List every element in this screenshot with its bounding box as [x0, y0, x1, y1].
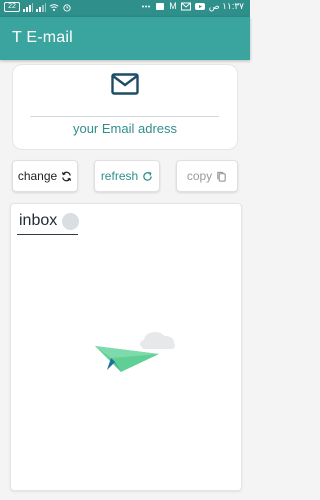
youtube-icon	[194, 3, 205, 10]
copy-icon	[217, 171, 226, 182]
battery-icon: 22	[4, 2, 20, 12]
wifi-icon	[49, 3, 59, 11]
signal-icon	[36, 2, 46, 12]
email-address[interactable]: your Email adress	[13, 121, 237, 136]
email-card[interactable]: your Email adress	[12, 64, 238, 150]
cloud-icon	[140, 332, 175, 349]
status-bar-right: M ١١:٣٧ ص	[141, 2, 244, 11]
signal-icon	[23, 2, 33, 12]
alarm-icon	[63, 3, 71, 12]
indicator-text: M	[169, 1, 177, 11]
refresh-button[interactable]: refresh	[94, 160, 160, 192]
app-title: T E-mail	[12, 29, 73, 46]
refresh-icon	[143, 171, 152, 181]
inbox-count-badge	[62, 213, 79, 230]
gmail-icon	[180, 2, 191, 11]
clock-text: ١١:٣٧ ص	[208, 1, 244, 11]
change-button[interactable]: change	[12, 160, 78, 192]
envelope-icon	[111, 73, 139, 95]
change-button-label: change	[17, 169, 58, 183]
status-bar: 22 M ١١:٣٧ ص	[0, 0, 250, 17]
inbox-title: inbox	[19, 212, 58, 229]
paper-plane-icon	[95, 332, 175, 372]
inbox-card: inbox	[10, 203, 242, 491]
sync-icon	[62, 171, 72, 181]
status-bar-left: 22	[4, 2, 72, 12]
notification-icon	[156, 3, 165, 10]
email-divider	[30, 116, 219, 117]
app-bar: T E-mail	[0, 17, 250, 60]
refresh-button-label: refresh	[100, 169, 139, 183]
copy-button-label: copy	[186, 169, 213, 183]
dots-icon	[142, 5, 151, 8]
copy-button[interactable]: copy	[176, 160, 238, 192]
inbox-underline	[17, 234, 78, 235]
